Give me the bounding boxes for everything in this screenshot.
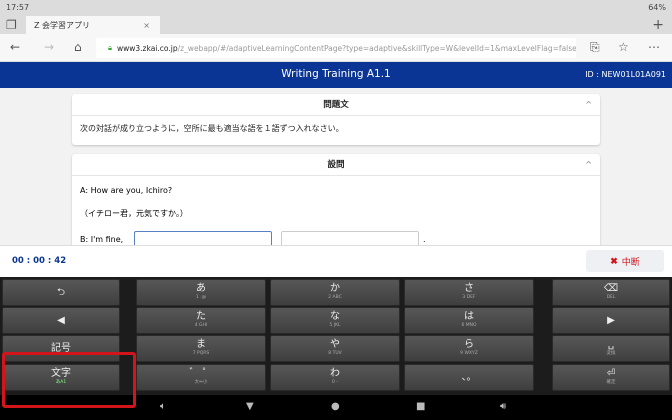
key-label: な — [330, 311, 340, 323]
wa-key[interactable]: わ0 - — [270, 364, 400, 391]
close-tab-icon[interactable]: × — [143, 21, 150, 30]
ha-key[interactable]: は6 MNO — [404, 307, 534, 334]
ya-key[interactable]: や8 TUV — [270, 335, 400, 362]
enter-key[interactable]: ⏎ 確定 — [552, 364, 670, 391]
key-label: ま — [196, 339, 206, 351]
ra-key[interactable]: ら9 WXYZ — [404, 335, 534, 362]
clock: 17:57 — [6, 3, 30, 12]
share-icon[interactable]: ⎘ — [590, 40, 600, 55]
problem-id: ID : NEW01L01A091 — [585, 70, 666, 79]
ka-key[interactable]: か2 ABC — [270, 279, 400, 306]
key-sublabel: 9 WXYZ — [460, 351, 478, 357]
instruction-card: 問題文 ^ 次の対話が成り立つように，空所に最も適当な語を１語ずつ入れなさい。 — [72, 94, 600, 145]
right-key[interactable]: ▶ — [552, 307, 670, 334]
page-title: Writing Training A1.1 — [281, 68, 391, 80]
new-tab-icon[interactable]: + — [652, 17, 664, 33]
key-sublabel: 4 GHI — [194, 323, 208, 329]
key-label: た — [196, 311, 206, 323]
key-label: ら — [464, 339, 474, 351]
forward-icon: → — [44, 40, 55, 54]
key-sublabel: DEL — [606, 295, 616, 301]
recents-nav-icon[interactable]: ■ — [416, 401, 425, 412]
lock-icon: 🔒︎ — [108, 43, 112, 52]
key-sublabel: 3 DEF — [462, 295, 476, 301]
url-host: www3.zkai.co.jp — [117, 43, 178, 53]
key-label: さ — [464, 283, 474, 295]
key-sublabel: 8 TUV — [328, 351, 342, 357]
key-label: ▶ — [607, 314, 615, 326]
key-label: か — [330, 283, 340, 295]
page-header: Writing Training A1.1 ID : NEW01L01A091 — [0, 62, 672, 88]
card-title: 問題文 — [323, 100, 349, 110]
instruction-text: 次の対話が成り立つように，空所に最も適当な語を１語ずつ入れなさい。 — [80, 124, 344, 133]
sentence-period: . — [423, 235, 426, 244]
tab-strip: ❐ Z 会学習アプリ × + — [0, 16, 672, 34]
card-title: 設問 — [327, 160, 345, 170]
ma-key[interactable]: ま7 PQRS — [136, 335, 266, 362]
url-field[interactable]: 🔒︎ www3.zkai.co.jp/z_webapp/#/adaptiveLe… — [96, 38, 576, 58]
key-sublabel: 1 .@ — [195, 295, 207, 301]
url-path: /z_webapp/#/adaptiveLearningContentPage?… — [177, 43, 576, 53]
timer-bar: 00 : 00 : 42 ✖ 中断 — [0, 245, 672, 277]
sa-key[interactable]: さ3 DEF — [404, 279, 534, 306]
question-card: 設問 ^ A: How are you, Ichiro? （イチロー君，元気ですか… — [72, 154, 600, 254]
status-bar: 17:57 64% — [0, 0, 672, 16]
close-icon: ✖ — [610, 255, 618, 266]
volume-down-icon[interactable]: 🔈︎ — [160, 401, 166, 412]
browser-tab[interactable]: Z 会学習アプリ × — [26, 16, 160, 34]
address-bar-row: ← → ⌂ 🔒︎ www3.zkai.co.jp/z_webapp/#/adap… — [0, 34, 672, 62]
a-key[interactable]: あ1 .@ — [136, 279, 266, 306]
key-sublabel: 0 - — [332, 380, 338, 386]
ta-key[interactable]: た4 GHI — [136, 307, 266, 334]
convert-key[interactable]: ␣ 変換 — [552, 335, 670, 362]
tabs-icon[interactable]: ❐ — [6, 18, 17, 32]
dialogue-line-a: A: How are you, Ichiro? — [80, 186, 173, 195]
home-icon[interactable]: ⌂ — [74, 40, 82, 54]
highlight-box — [2, 352, 136, 408]
suspend-button[interactable]: ✖ 中断 — [586, 250, 664, 272]
suspend-label: 中断 — [621, 256, 640, 267]
key-sublabel: 5 JKL — [329, 323, 341, 329]
elapsed-timer: 00 : 00 : 42 — [12, 256, 67, 266]
key-label: 、。 — [461, 371, 477, 383]
tab-title: Z 会学習アプリ — [34, 20, 91, 30]
key-label: は — [464, 311, 474, 323]
favorites-icon[interactable]: ☆ — [618, 40, 629, 54]
back-nav-icon[interactable]: ▼ — [246, 401, 254, 412]
home-nav-icon[interactable]: ● — [331, 401, 340, 412]
chevron-up-icon[interactable]: ^ — [585, 94, 592, 116]
key-label: ⏎ — [606, 368, 616, 380]
chevron-up-icon[interactable]: ^ — [585, 154, 592, 176]
key-label: や — [330, 339, 340, 351]
key-sublabel: 変換 — [606, 351, 616, 357]
key-label: ゛ ゜ — [189, 368, 213, 380]
key-sublabel: 確定 — [606, 380, 616, 386]
back-icon[interactable]: ← — [10, 40, 20, 54]
key-sublabel: 2 ABC — [328, 295, 342, 301]
key-label: ◀ — [57, 314, 65, 326]
key-label: ⌫ — [603, 283, 619, 295]
question-card-header[interactable]: 設問 ^ — [72, 154, 600, 176]
key-label: ⮌ — [56, 286, 65, 298]
key-label: わ — [330, 368, 340, 380]
key-label: ␣ — [607, 339, 615, 351]
key-sublabel: 6 MNO — [461, 323, 477, 329]
key-sublabel: 7 PQRS — [192, 351, 210, 357]
volume-up-icon[interactable]: 🔊︎ — [500, 401, 506, 412]
key-sublabel: 大⇔小 — [194, 380, 208, 386]
dakuten-key[interactable]: ゛ ゜大⇔小 — [136, 364, 266, 391]
delete-key[interactable]: ⌫ DEL — [552, 279, 670, 306]
dialogue-translation: （イチロー君，元気ですか。） — [80, 209, 188, 218]
dialogue-line-b: B: I'm fine, — [80, 235, 124, 244]
punctuation-key[interactable]: 、。 — [404, 364, 534, 391]
key-label: あ — [196, 283, 206, 295]
battery-level: 64% — [648, 3, 666, 12]
na-key[interactable]: な5 JKL — [270, 307, 400, 334]
left-key[interactable]: ◀ — [2, 307, 120, 334]
more-icon[interactable]: ⋯ — [648, 40, 660, 54]
undo-key[interactable]: ⮌ — [2, 279, 120, 306]
instruction-card-header[interactable]: 問題文 ^ — [72, 94, 600, 116]
